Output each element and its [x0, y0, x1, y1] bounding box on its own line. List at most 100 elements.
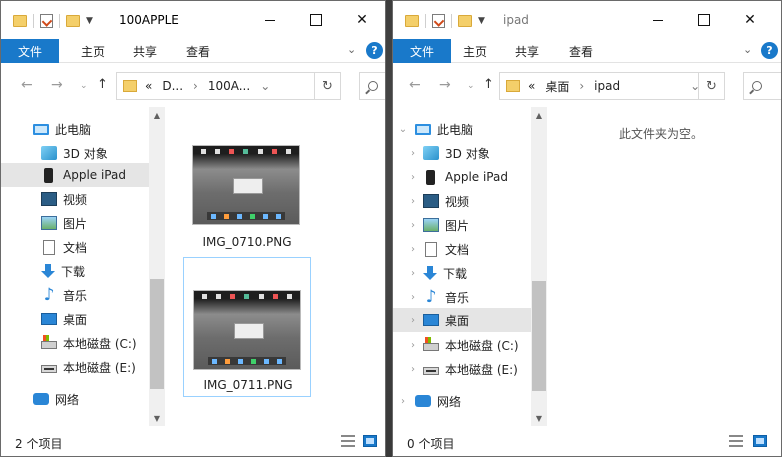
address-bar[interactable]: « D... › 100A... ⌄ ↻: [116, 72, 341, 100]
scroll-down-icon[interactable]: ▼: [531, 410, 547, 426]
properties-icon[interactable]: [40, 14, 53, 28]
navigation-pane-scrollbar[interactable]: ▲ ▼: [149, 107, 165, 426]
tree-item-3d-objects[interactable]: › 3D 对象: [393, 141, 531, 165]
title-bar[interactable]: ▼ 100APPLE ✕: [1, 1, 385, 39]
tree-item-documents[interactable]: › 文档: [393, 237, 531, 261]
tab-view[interactable]: 查看: [569, 39, 593, 63]
search-input[interactable]: [743, 72, 781, 100]
chevron-right-icon[interactable]: ›: [407, 244, 419, 255]
tree-label: 网络: [55, 392, 80, 407]
chevron-right-icon[interactable]: ›: [397, 396, 409, 407]
breadcrumb-separator-icon[interactable]: ›: [579, 79, 584, 93]
tab-home[interactable]: 主页: [81, 39, 105, 63]
tree-item-apple-ipad[interactable]: Apple iPad: [1, 163, 149, 187]
scroll-up-icon[interactable]: ▲: [149, 107, 165, 123]
tree-item-pictures[interactable]: › 图片: [393, 213, 531, 237]
address-overflow[interactable]: «: [145, 79, 152, 93]
scroll-up-icon[interactable]: ▲: [531, 107, 547, 123]
tab-share[interactable]: 共享: [133, 39, 157, 63]
tree-item-desktop[interactable]: 桌面: [1, 307, 149, 331]
tab-share[interactable]: 共享: [515, 39, 539, 63]
close-button[interactable]: ✕: [727, 1, 773, 39]
breadcrumb-segment[interactable]: ipad: [594, 79, 620, 93]
scroll-down-icon[interactable]: ▼: [149, 410, 165, 426]
tree-item-apple-ipad[interactable]: › Apple iPad: [393, 165, 531, 189]
chevron-right-icon[interactable]: ›: [407, 268, 419, 279]
title-bar[interactable]: ▼ ipad ✕: [393, 1, 781, 39]
maximize-button[interactable]: [681, 1, 727, 39]
tree-item-drive-e[interactable]: 本地磁盘 (E:): [1, 355, 149, 379]
chevron-right-icon[interactable]: ›: [407, 340, 419, 351]
tab-home[interactable]: 主页: [463, 39, 487, 63]
recent-locations-chevron-icon[interactable]: ⌄: [467, 81, 475, 91]
3d-objects-icon: [423, 146, 439, 160]
chevron-right-icon[interactable]: ›: [407, 364, 419, 375]
expand-ribbon-icon[interactable]: ⌄: [347, 43, 356, 56]
search-input[interactable]: [359, 72, 385, 100]
close-button[interactable]: ✕: [339, 1, 385, 39]
up-arrow-icon[interactable]: ↑: [483, 77, 494, 92]
help-icon[interactable]: ?: [761, 42, 778, 59]
up-arrow-icon[interactable]: ↑: [97, 77, 108, 92]
help-icon[interactable]: ?: [366, 42, 383, 59]
address-dropdown-icon[interactable]: ⌄: [260, 79, 270, 93]
scrollbar-thumb[interactable]: [150, 279, 164, 389]
address-bar[interactable]: « 桌面 › ipad ⌄ ↻: [499, 72, 725, 100]
breadcrumb-segment[interactable]: D...: [162, 79, 183, 93]
tree-item-network[interactable]: 网络: [1, 387, 149, 411]
chevron-right-icon[interactable]: ›: [407, 196, 419, 207]
tree-item-network[interactable]: › 网络: [393, 389, 531, 413]
back-arrow-icon[interactable]: ←: [409, 77, 421, 93]
properties-icon[interactable]: [432, 14, 445, 28]
tree-item-drive-c[interactable]: › 本地磁盘 (C:): [393, 333, 531, 357]
tree-item-documents[interactable]: 文档: [1, 235, 149, 259]
tab-file[interactable]: 文件: [393, 39, 451, 63]
chevron-down-icon[interactable]: ⌄: [397, 124, 409, 135]
breadcrumb-segment[interactable]: 100A...: [208, 79, 250, 93]
tree-item-music[interactable]: › ♪ 音乐: [393, 285, 531, 309]
chevron-right-icon[interactable]: ›: [407, 172, 419, 183]
new-folder-icon[interactable]: [458, 15, 472, 27]
tree-item-drive-e[interactable]: › 本地磁盘 (E:): [393, 357, 531, 381]
details-view-icon[interactable]: [341, 435, 355, 447]
tree-item-drive-c[interactable]: 本地磁盘 (C:): [1, 331, 149, 355]
breadcrumb-separator-icon[interactable]: ›: [193, 79, 198, 93]
back-arrow-icon[interactable]: ←: [21, 77, 33, 93]
chevron-right-icon[interactable]: ›: [407, 292, 419, 303]
tree-item-videos[interactable]: › 视频: [393, 189, 531, 213]
file-item-selected[interactable]: IMG_0711.PNG: [183, 257, 311, 397]
address-overflow[interactable]: «: [528, 79, 535, 93]
tree-item-desktop[interactable]: › 桌面: [393, 308, 531, 332]
customize-dropdown-icon[interactable]: ▼: [86, 16, 93, 26]
breadcrumb-segment[interactable]: 桌面: [545, 78, 569, 95]
customize-dropdown-icon[interactable]: ▼: [478, 16, 485, 26]
large-icons-view-icon[interactable]: [363, 435, 377, 447]
tree-item-this-pc[interactable]: 此电脑: [1, 117, 149, 141]
tree-item-music[interactable]: ♪ 音乐: [1, 283, 149, 307]
maximize-button[interactable]: [293, 1, 339, 39]
large-icons-view-icon[interactable]: [753, 435, 767, 447]
tab-file[interactable]: 文件: [1, 39, 59, 63]
new-folder-icon[interactable]: [66, 15, 80, 27]
tree-item-downloads[interactable]: 下载: [1, 259, 149, 283]
refresh-icon[interactable]: ↻: [314, 73, 340, 99]
scrollbar-thumb[interactable]: [532, 281, 546, 391]
tree-item-3d-objects[interactable]: 3D 对象: [1, 141, 149, 165]
details-view-icon[interactable]: [729, 435, 743, 447]
recent-locations-chevron-icon[interactable]: ⌄: [80, 81, 88, 91]
forward-arrow-icon[interactable]: →: [439, 77, 451, 93]
expand-ribbon-icon[interactable]: ⌄: [743, 43, 752, 56]
tree-item-this-pc[interactable]: ⌄ 此电脑: [393, 117, 531, 141]
refresh-icon[interactable]: ↻: [698, 73, 724, 99]
tree-item-videos[interactable]: 视频: [1, 187, 149, 211]
tree-item-pictures[interactable]: 图片: [1, 211, 149, 235]
chevron-right-icon[interactable]: ›: [407, 148, 419, 159]
tree-item-downloads[interactable]: › 下载: [393, 261, 531, 285]
navigation-pane-scrollbar[interactable]: ▲ ▼: [531, 107, 547, 426]
minimize-button[interactable]: [635, 1, 681, 39]
forward-arrow-icon[interactable]: →: [51, 77, 63, 93]
chevron-right-icon[interactable]: ›: [407, 220, 419, 231]
tab-view[interactable]: 查看: [186, 39, 210, 63]
minimize-button[interactable]: [247, 1, 293, 39]
chevron-right-icon[interactable]: ›: [407, 315, 419, 326]
